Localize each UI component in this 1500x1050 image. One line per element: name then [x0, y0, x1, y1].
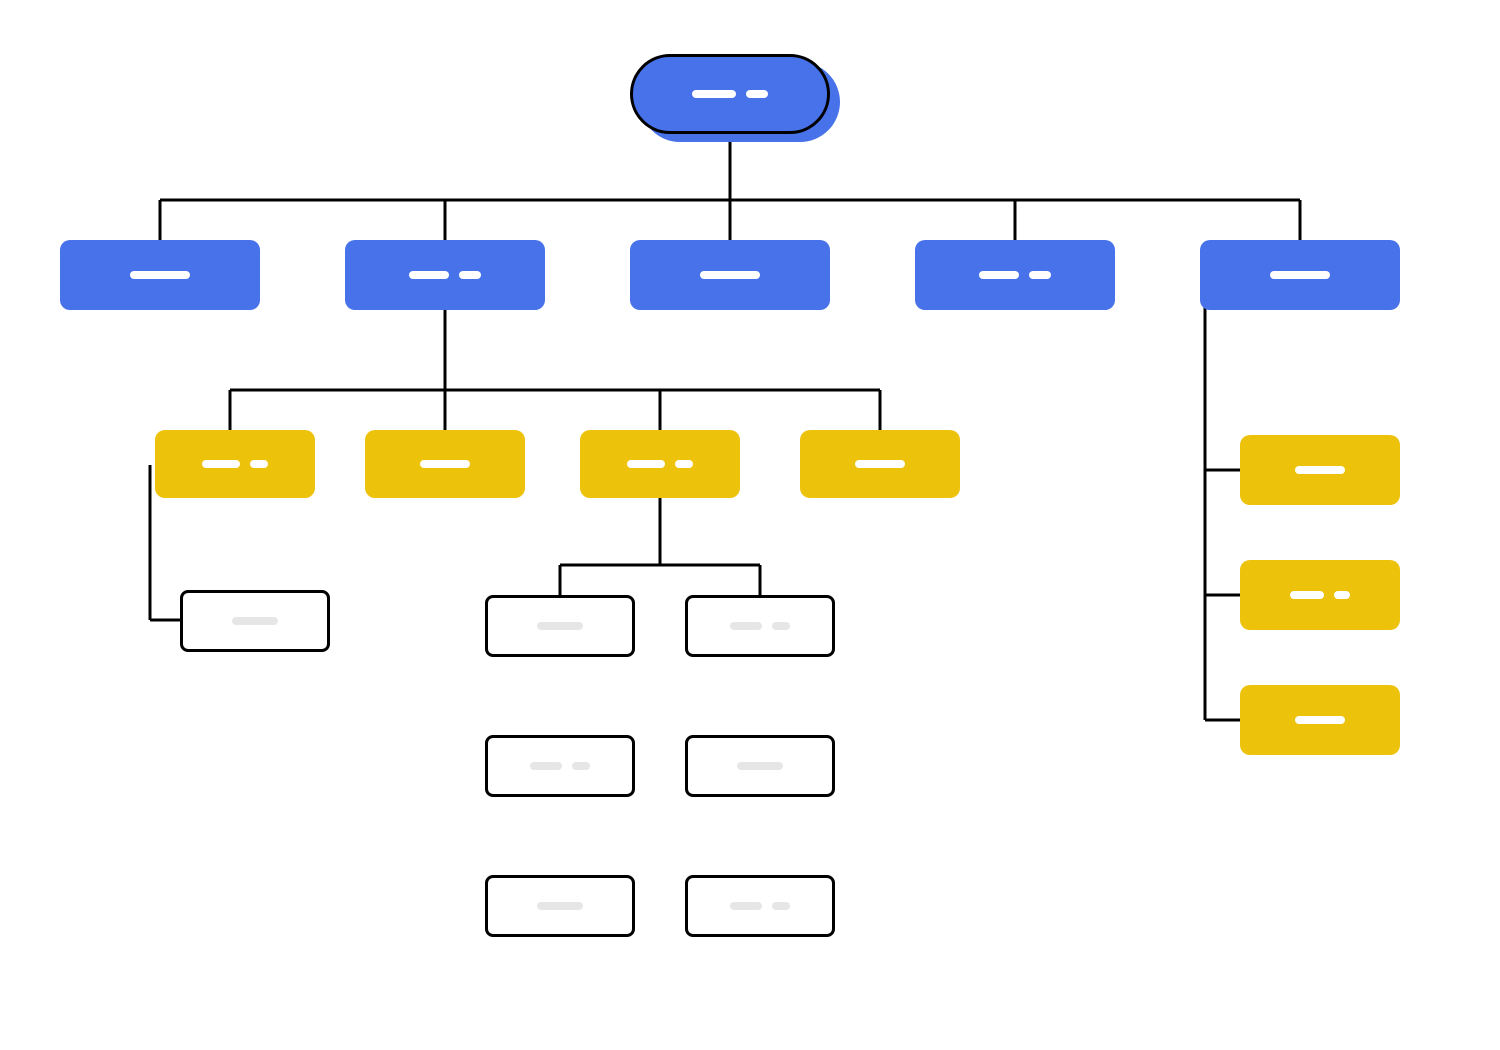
level2-node-5b [1240, 560, 1400, 630]
level2-node-5a [1240, 435, 1400, 505]
level3-grid-r1c2 [685, 595, 835, 657]
level1-node-1 [60, 240, 260, 310]
level3-grid-r2c2 [685, 735, 835, 797]
level3-grid-r2c1 [485, 735, 635, 797]
level3-node-1 [180, 590, 330, 652]
level2-node-1 [155, 430, 315, 498]
root-node [630, 54, 830, 134]
level2-node-3 [580, 430, 740, 498]
level3-grid-r3c2 [685, 875, 835, 937]
level3-grid-r3c1 [485, 875, 635, 937]
level2-node-2 [365, 430, 525, 498]
level2-node-5c [1240, 685, 1400, 755]
level2-node-4 [800, 430, 960, 498]
level3-grid-r1c1 [485, 595, 635, 657]
level1-node-4 [915, 240, 1115, 310]
level1-node-3 [630, 240, 830, 310]
level1-node-2 [345, 240, 545, 310]
org-chart-diagram [0, 0, 1500, 1050]
level1-node-5 [1200, 240, 1400, 310]
